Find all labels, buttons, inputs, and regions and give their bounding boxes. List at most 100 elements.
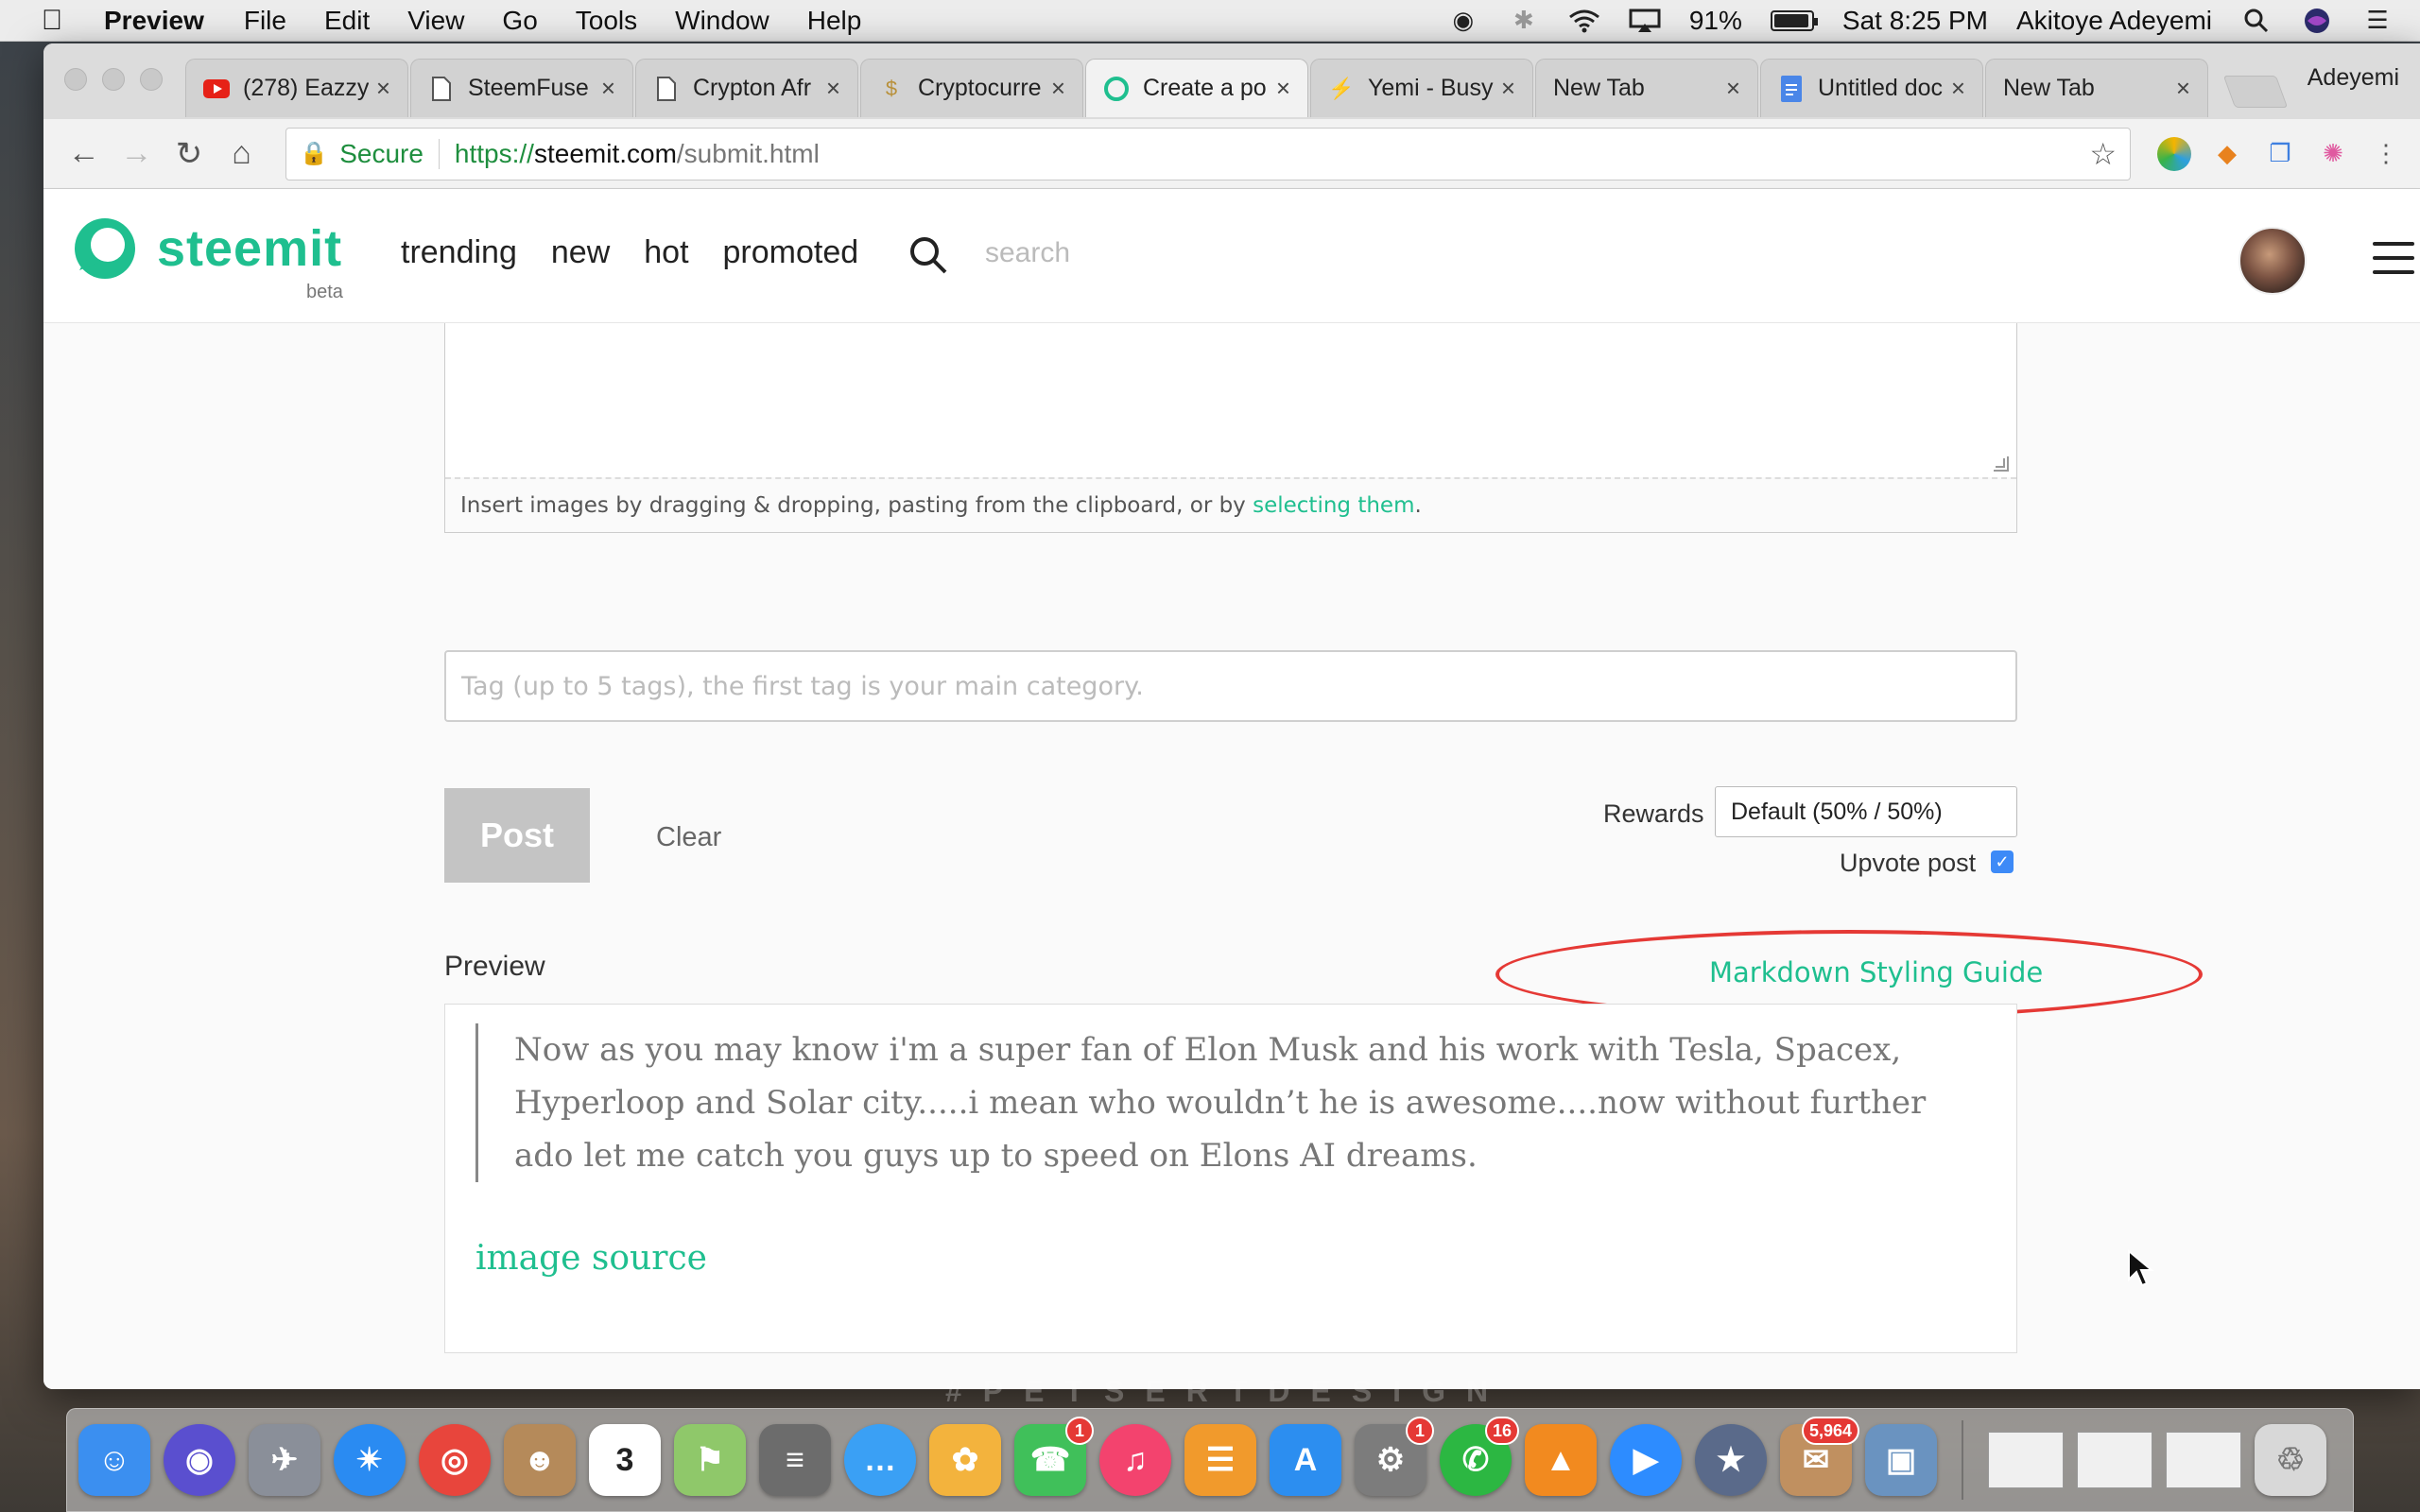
airplay-icon[interactable]	[1629, 8, 1661, 34]
close-tab-icon[interactable]: ×	[601, 74, 615, 103]
post-button[interactable]: Post	[444, 788, 590, 883]
siri-icon[interactable]: ◉	[164, 1424, 235, 1496]
steemit-logo[interactable]: steemit	[70, 214, 342, 284]
tab-youtube[interactable]: (278) Eazzy ×	[185, 59, 408, 117]
facetime-icon[interactable]: ☎ 1	[1014, 1417, 1094, 1496]
tab-crypton[interactable]: Crypton Afr ×	[635, 59, 858, 117]
tab-new-tab[interactable]: New Tab ×	[1535, 59, 1758, 117]
menu-window[interactable]: Window	[675, 6, 769, 36]
close-tab-icon[interactable]: ×	[1501, 74, 1515, 103]
bluetooth-icon[interactable]: ✱	[1508, 6, 1540, 34]
calculator-icon[interactable]: ≡	[759, 1424, 831, 1496]
hamburger-menu-icon[interactable]	[2373, 242, 2414, 284]
close-tab-icon[interactable]: ×	[376, 74, 390, 103]
menu-view[interactable]: View	[407, 6, 464, 36]
extension-chrome-icon[interactable]	[2157, 136, 2191, 171]
close-window-button[interactable]	[64, 68, 87, 91]
trash-icon[interactable]: ♲	[2255, 1424, 2326, 1496]
tab-busy[interactable]: ⚡ Yemi - Busy ×	[1310, 59, 1533, 117]
home-icon[interactable]: ⌂	[218, 130, 266, 178]
tab-create-a-post[interactable]: Create a po ×	[1085, 59, 1308, 117]
bookmark-star-icon[interactable]: ☆	[2089, 136, 2117, 172]
clear-button[interactable]: Clear	[656, 822, 721, 853]
menu-edit[interactable]: Edit	[324, 6, 370, 36]
nav-trending[interactable]: trending	[401, 234, 517, 271]
ibooks-icon[interactable]: ☰	[1184, 1424, 1256, 1496]
avatar[interactable]	[2238, 227, 2307, 295]
messages-icon[interactable]: …	[844, 1424, 916, 1496]
menu-help[interactable]: Help	[807, 6, 862, 36]
close-tab-icon[interactable]: ×	[1276, 74, 1290, 103]
nav-hot[interactable]: hot	[644, 234, 688, 271]
maps-icon[interactable]: ⚑	[674, 1424, 746, 1496]
menu-tools[interactable]: Tools	[576, 6, 637, 36]
apple-menu-icon[interactable]: 	[0, 5, 104, 37]
reload-icon[interactable]: ↻	[165, 130, 213, 178]
mail-icon[interactable]: ✉ 5,964	[1780, 1417, 1859, 1496]
close-tab-icon[interactable]: ×	[2176, 74, 2190, 103]
contacts-icon[interactable]: ☻	[504, 1424, 576, 1496]
close-tab-icon[interactable]: ×	[826, 74, 840, 103]
post-body-editor[interactable]: Insert images by dragging & dropping, pa…	[444, 323, 2017, 533]
finder-icon[interactable]: ☺	[78, 1424, 150, 1496]
minimized-window-1[interactable]	[1988, 1432, 2064, 1488]
new-tab-button[interactable]	[2222, 76, 2289, 108]
close-tab-icon[interactable]: ×	[1951, 74, 1965, 103]
zoom-icon[interactable]: ▶	[1610, 1424, 1682, 1496]
whatsapp-icon[interactable]: ✆ 16	[1440, 1417, 1519, 1496]
extension-pinwheel-icon[interactable]: ✺	[2316, 137, 2350, 171]
zoom-window-button[interactable]	[140, 68, 163, 91]
rewards-select[interactable]: Default (50% / 50%)	[1715, 786, 2017, 837]
launchpad-icon[interactable]: ✈	[249, 1424, 320, 1496]
safari-icon[interactable]: ✴	[334, 1424, 406, 1496]
close-tab-icon[interactable]: ×	[1726, 74, 1740, 103]
system-preferences-icon[interactable]: ⚙ 1	[1355, 1417, 1434, 1496]
minimized-window-3[interactable]	[2166, 1432, 2241, 1488]
tab-steemfuse[interactable]: SteemFuse ×	[410, 59, 633, 117]
extension-metamask-icon[interactable]: ◆	[2210, 137, 2244, 171]
nav-new[interactable]: new	[551, 234, 610, 271]
siri-icon[interactable]	[2301, 8, 2333, 34]
clock[interactable]: Sat 8:25 PM	[1842, 6, 1988, 36]
menu-file[interactable]: File	[244, 6, 286, 36]
battery-icon[interactable]	[1770, 9, 1818, 31]
minimized-window-2[interactable]	[2077, 1432, 2152, 1488]
address-bar[interactable]: 🔒 Secure https:// steemit.com /submit.ht…	[285, 127, 2131, 180]
image-source-link[interactable]: image source	[475, 1239, 707, 1278]
user-name[interactable]: Akitoye Adeyemi	[2016, 6, 2212, 36]
itunes-icon[interactable]: ♫	[1099, 1424, 1171, 1496]
ubar-icon[interactable]: ★	[1695, 1424, 1767, 1496]
tag-input[interactable]	[444, 650, 2017, 722]
back-icon[interactable]: ←	[60, 130, 108, 178]
wifi-icon[interactable]	[1568, 8, 1600, 34]
minimize-window-button[interactable]	[102, 68, 125, 91]
extensions: ◆ ❐ ✺ ⋮	[2157, 136, 2403, 171]
app-store-icon[interactable]: A	[1270, 1424, 1341, 1496]
calendar-icon[interactable]: 3	[589, 1424, 661, 1496]
spotlight-search-icon[interactable]	[2240, 8, 2273, 34]
secure-label[interactable]: Secure	[339, 139, 424, 169]
search-input[interactable]	[985, 231, 1363, 276]
extension-copy-icon[interactable]: ❐	[2263, 137, 2297, 171]
vlc-icon[interactable]: ▲	[1525, 1424, 1597, 1496]
lock-icon[interactable]: 🔒	[300, 140, 328, 167]
close-tab-icon[interactable]: ×	[1051, 74, 1065, 103]
search-icon[interactable]	[908, 234, 949, 276]
photos-icon[interactable]: ✿	[929, 1424, 1001, 1496]
selecting-them-link[interactable]: selecting them	[1253, 493, 1414, 518]
chrome-menu-icon[interactable]: ⋮	[2369, 137, 2403, 171]
chrome-icon[interactable]: ◎	[419, 1424, 491, 1496]
upvote-checkbox[interactable]: ✓	[1991, 850, 2014, 873]
resize-handle-icon[interactable]	[1994, 456, 2009, 472]
browser-profile[interactable]: Adeyemi	[2308, 64, 2399, 92]
nav-promoted[interactable]: promoted	[723, 234, 859, 271]
tab-untitled-doc[interactable]: Untitled doc ×	[1760, 59, 1983, 117]
tab-cryptocurrency[interactable]: $ Cryptocurre ×	[860, 59, 1083, 117]
menu-app-name[interactable]: Preview	[104, 6, 204, 36]
notification-center-icon[interactable]: ☰	[2361, 6, 2394, 34]
forward-icon[interactable]: →	[113, 130, 161, 178]
tab-new-tab-2[interactable]: New Tab ×	[1985, 59, 2208, 117]
menu-go[interactable]: Go	[502, 6, 537, 36]
preview-icon[interactable]: ▣	[1865, 1424, 1937, 1496]
screen-record-icon[interactable]: ◉	[1447, 6, 1479, 34]
